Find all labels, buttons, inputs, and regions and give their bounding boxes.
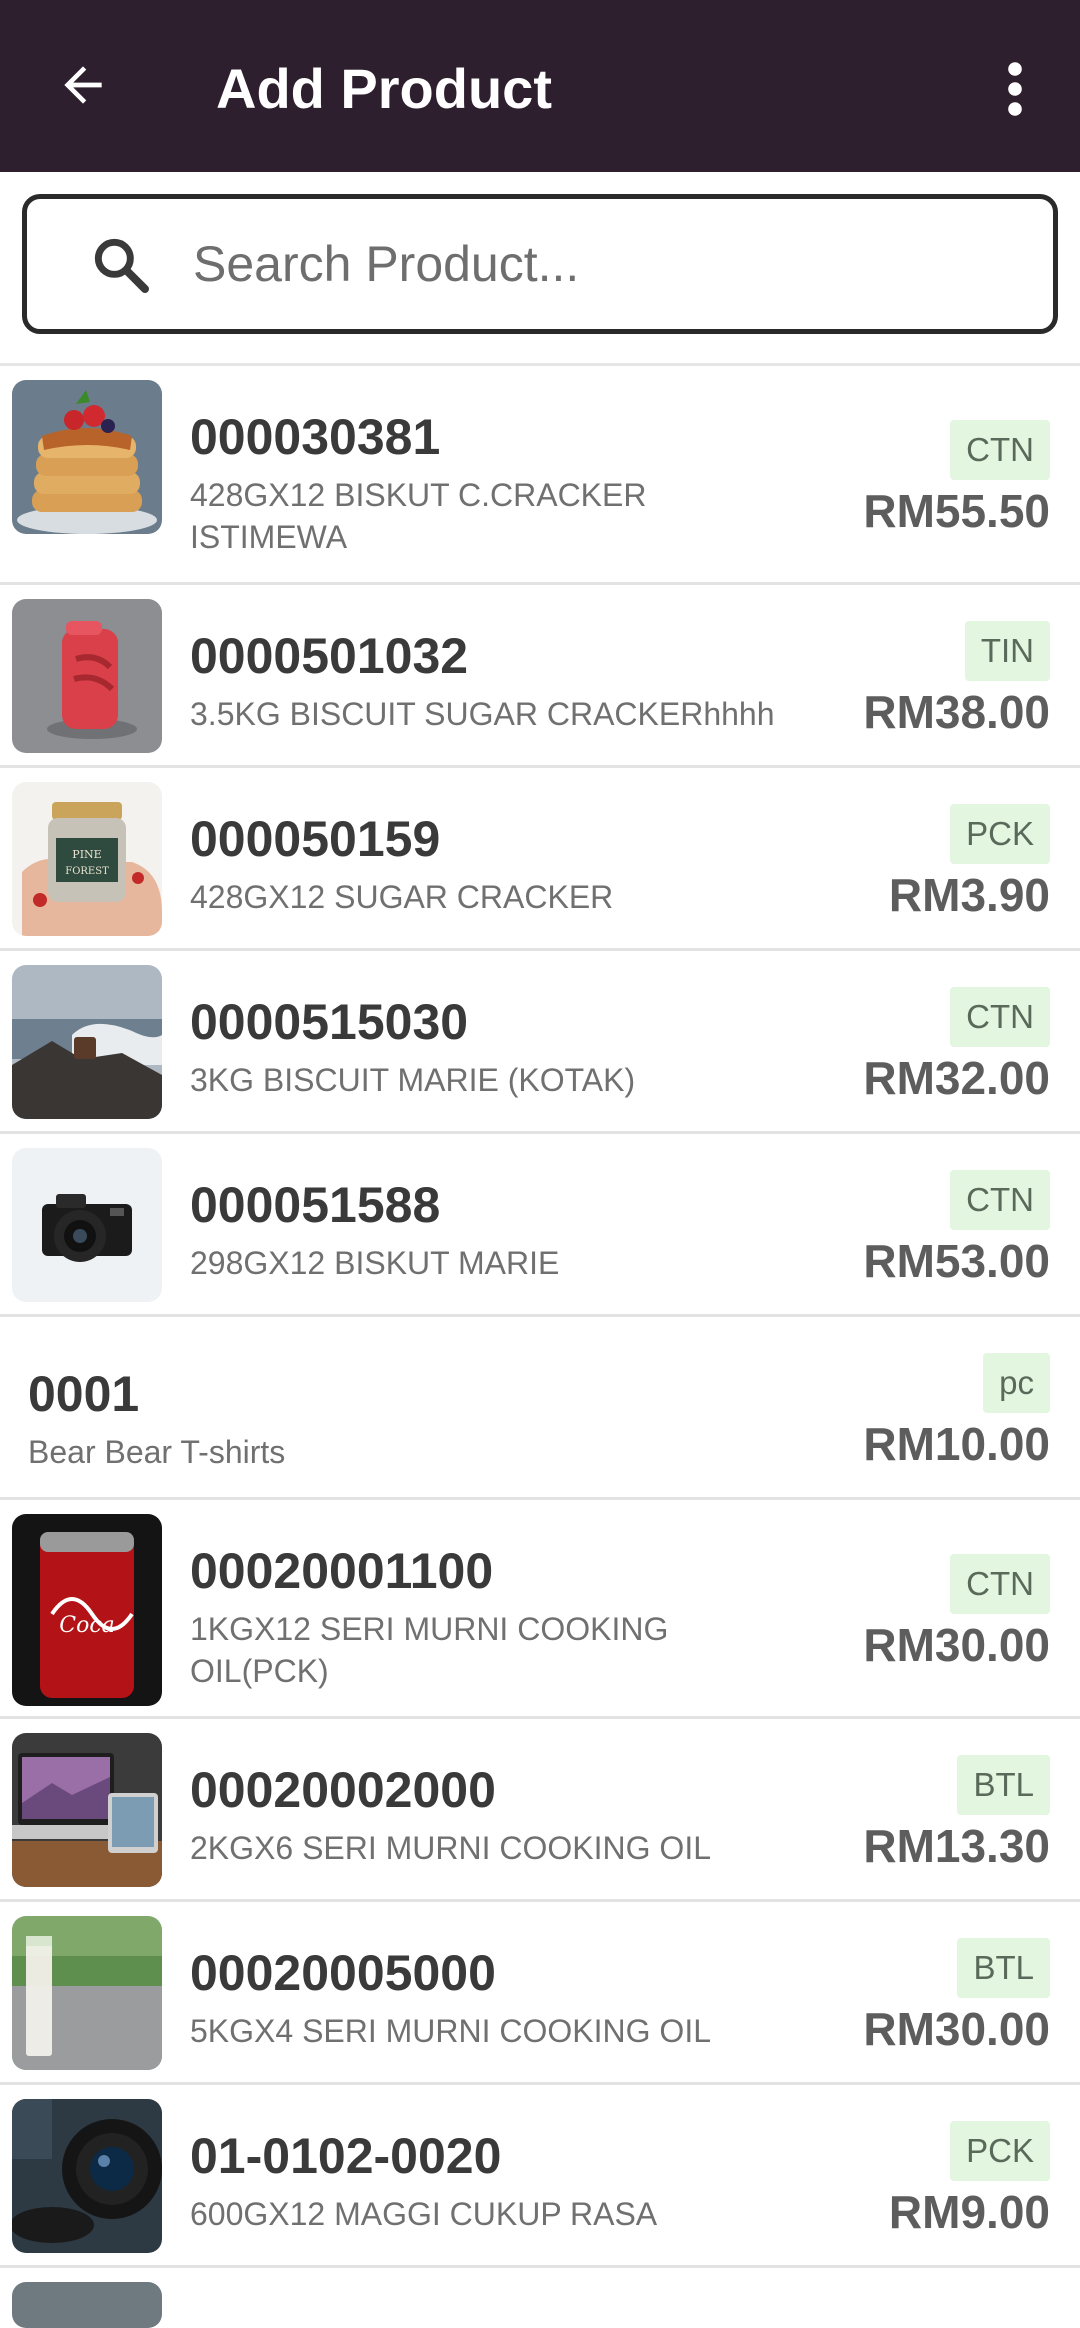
product-price: RM38.00: [863, 686, 1050, 738]
product-description: 298GX12 BISKUT MARIE: [190, 1245, 560, 1281]
search-box[interactable]: [22, 194, 1058, 334]
product-price: RM55.50: [863, 485, 1050, 537]
arrow-left-icon: [64, 66, 102, 104]
product-thumbnail: PINE FOREST: [12, 782, 162, 936]
product-price: RM9.00: [888, 2186, 1050, 2238]
product-description: 3.5KG BISCUIT SUGAR CRACKERhhhh: [190, 696, 775, 732]
product-code: 01-0102-0020: [190, 2128, 502, 2184]
product-description: 3KG BISCUIT MARIE (KOTAK): [190, 1062, 636, 1098]
product-row[interactable]: [0, 2268, 1080, 2328]
product-description: 5KGX4 SERI MURNI COOKING OIL: [190, 2013, 711, 2049]
app-bar: Add Product: [0, 0, 1080, 172]
unit-badge: BTL: [957, 1938, 1050, 1998]
unit-badge: BTL: [957, 1755, 1050, 1815]
product-description: 428GX12 BISKUT C.CRACKER ISTIMEWA: [190, 477, 647, 555]
product-price: RM30.00: [863, 1619, 1050, 1671]
product-code: 0000501032: [190, 628, 469, 684]
product-price: RM30.00: [863, 2003, 1050, 2055]
search-icon: [94, 238, 149, 293]
product-thumbnail: Coca: [12, 1514, 162, 1706]
product-row[interactable]: 01-0102-0020 600GX12 MAGGI CUKUP RASA PCK R…: [0, 2085, 1080, 2268]
product-description: 1KGX12 SERI MURNI COOKING OIL(PCK): [190, 1611, 669, 1689]
product-price: RM13.30: [863, 1820, 1050, 1872]
product-description: 600GX12 MAGGI CUKUP RASA: [190, 2196, 658, 2232]
product-description: 428GX12 SUGAR CRACKER: [190, 879, 614, 915]
product-description: Bear Bear T-shirts: [28, 1434, 286, 1470]
product-code: 000051588: [190, 1177, 441, 1233]
back-button[interactable]: [48, 50, 118, 120]
product-row[interactable]: 00020002000 2KGX6 SERI MURNI COOKING OIL B…: [0, 1719, 1080, 1902]
svg-text:Coca: Coca: [59, 1613, 115, 1638]
product-code: 000030381: [190, 409, 441, 465]
unit-badge: CTN: [950, 1170, 1050, 1230]
product-code: 00020002000: [190, 1762, 496, 1818]
product-thumbnail: [12, 380, 162, 534]
product-row[interactable]: 0001 Bear Bear T-shirts pc RM10.00: [0, 1317, 1080, 1500]
unit-badge: CTN: [950, 1554, 1050, 1614]
product-row[interactable]: 000051588 298GX12 BISKUT MARIE CTN RM53.00: [0, 1134, 1080, 1317]
product-price: RM53.00: [863, 1235, 1050, 1287]
search-input[interactable]: [193, 219, 1013, 309]
search-bar: [0, 172, 1080, 366]
product-row[interactable]: 00020005000 5KGX4 SERI MURNI COOKING OIL B…: [0, 1902, 1080, 2085]
unit-badge: PCK: [950, 2121, 1050, 2181]
product-row[interactable]: PINE FOREST 000050159 428GX12 SUGAR CRACKER…: [0, 768, 1080, 951]
product-code: 0000515030: [190, 994, 469, 1050]
svg-text:FOREST: FOREST: [65, 866, 109, 877]
unit-badge: TIN: [964, 621, 1050, 681]
product-description: 2KGX6 SERI MURNI COOKING OIL: [190, 1830, 711, 1866]
product-thumbnail: [12, 2099, 162, 2253]
product-thumbnail: [12, 1916, 162, 2070]
product-row[interactable]: Coca 00020001100 1KGX12 SERI MURNI COOKING…: [0, 1500, 1080, 1719]
overflow-menu-button[interactable]: [980, 50, 1050, 128]
product-thumbnail: [12, 2282, 162, 2328]
product-row[interactable]: 000030381 428GX12 BISKUT C.CRACKER ISTIME…: [0, 366, 1080, 585]
product-price: RM10.00: [863, 1418, 1050, 1470]
product-thumbnail: [12, 965, 162, 1119]
product-code: 000050159: [190, 811, 441, 867]
product-row[interactable]: 0000501032 3.5KG BISCUIT SUGAR CRACKERhhh…: [0, 585, 1080, 768]
product-thumbnail: [12, 1148, 162, 1302]
product-code: 00020005000: [190, 1945, 496, 2001]
product-price: RM32.00: [863, 1052, 1050, 1104]
product-row[interactable]: 0000515030 3KG BISCUIT MARIE (KOTAK) CTN RM…: [0, 951, 1080, 1134]
unit-badge: PCK: [950, 804, 1050, 864]
unit-badge: CTN: [950, 420, 1050, 480]
unit-badge: pc: [983, 1353, 1050, 1413]
product-list: 000030381 428GX12 BISKUT C.CRACKER ISTIME…: [0, 366, 1080, 2328]
product-thumbnail: [12, 1733, 162, 1887]
page-title: Add Product: [216, 57, 552, 120]
product-price: RM3.90: [888, 869, 1050, 921]
product-code: 00020001100: [190, 1543, 494, 1599]
more-vertical-icon: [1008, 62, 1022, 116]
svg-text:PINE: PINE: [72, 848, 101, 861]
unit-badge: CTN: [950, 987, 1050, 1047]
product-code: 0001: [28, 1366, 140, 1422]
product-thumbnail: [12, 599, 162, 753]
